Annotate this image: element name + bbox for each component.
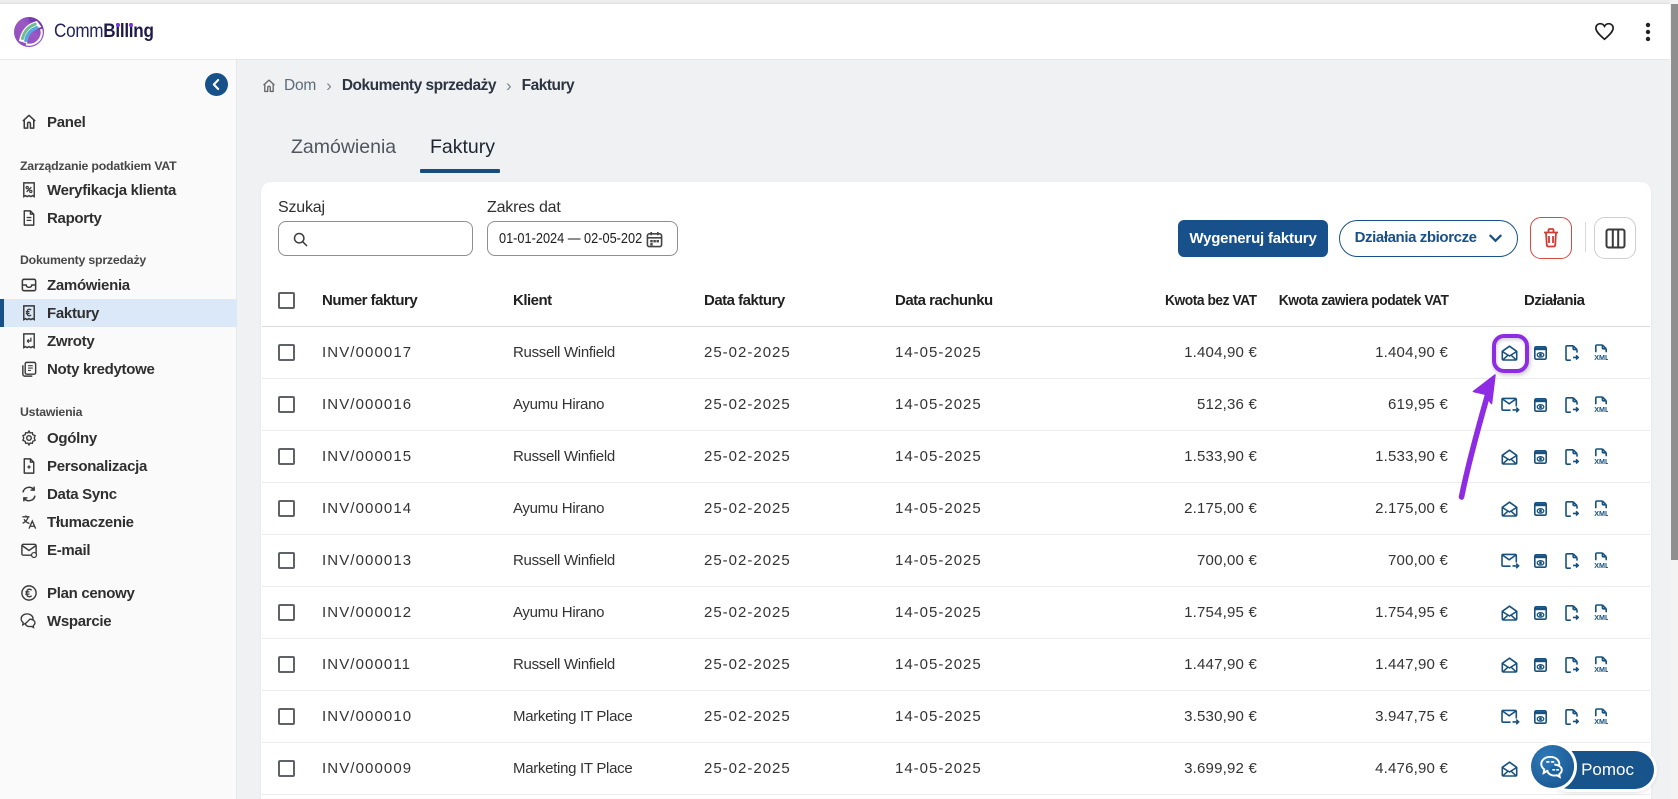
svg-text:XML: XML [1594, 509, 1608, 517]
svg-text:XML: XML [1594, 613, 1608, 621]
svg-text:XML: XML [1594, 717, 1608, 725]
svg-text:XML: XML [1594, 353, 1608, 361]
svg-text:XML: XML [1594, 457, 1608, 465]
svg-text:XML: XML [1594, 405, 1608, 413]
svg-text:XML: XML [1594, 665, 1608, 673]
svg-text:XML: XML [1594, 561, 1608, 569]
